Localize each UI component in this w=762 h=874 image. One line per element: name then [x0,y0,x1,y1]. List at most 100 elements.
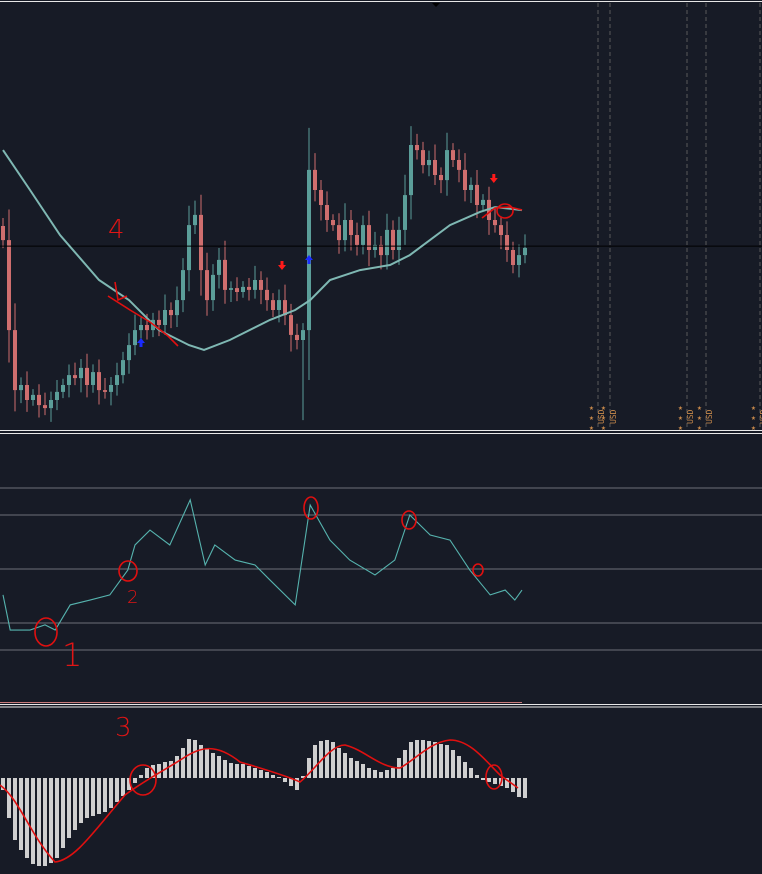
bull-candle[interactable] [127,345,131,361]
trading-chart[interactable]: ★ ★ ★ USD ★ ★ ★ USD ★ ★ ★ USD ★ ★ ★ USD ★ ★ ★ USD 4 1 2 3 [0,0,762,874]
chart-shift-marker-icon[interactable] [432,3,440,7]
bull-candle[interactable] [361,225,365,245]
bear-candle[interactable] [319,190,323,205]
economic-event-marker[interactable]: ★★★USD [697,3,714,432]
bear-candle[interactable] [337,225,341,241]
bear-candle[interactable] [451,150,455,160]
bull-candle[interactable] [229,288,233,290]
bear-candle[interactable] [157,319,161,325]
bull-candle[interactable] [187,225,191,271]
bear-candle[interactable] [43,405,47,409]
bear-candle[interactable] [25,385,29,400]
bear-candle[interactable] [259,280,263,290]
bull-candle[interactable] [397,229,401,250]
bull-candle[interactable] [175,300,179,316]
bull-candle[interactable] [115,375,119,385]
bear-candle[interactable] [415,145,419,151]
bull-candle[interactable] [217,259,221,275]
macd-histogram-bar [229,763,233,778]
bear-candle[interactable] [475,184,479,205]
bull-candle[interactable] [445,150,449,181]
bear-candle[interactable] [85,367,89,385]
economic-event-marker[interactable]: ★★★USD [589,3,606,432]
bear-candle[interactable] [247,286,251,290]
bear-candle[interactable] [289,315,293,335]
bull-candle[interactable] [211,274,215,301]
bear-candle[interactable] [325,205,329,220]
bull-candle[interactable] [301,330,305,340]
bull-candle[interactable] [427,160,431,166]
bear-candle[interactable] [271,300,275,310]
bull-candle[interactable] [61,385,65,392]
bull-candle[interactable] [109,385,113,392]
bull-candle[interactable] [277,300,281,310]
bear-candle[interactable] [313,169,317,190]
bear-candle[interactable] [511,250,515,265]
bull-candle[interactable] [307,169,311,331]
bull-candle[interactable] [523,247,527,256]
bear-candle[interactable] [73,375,77,379]
bear-candle[interactable] [295,334,299,340]
bear-candle[interactable] [13,330,17,391]
bull-candle[interactable] [19,385,23,391]
moving-average-line[interactable] [2,149,523,351]
bear-candle[interactable] [499,225,503,235]
bear-candle[interactable] [205,270,209,301]
bull-candle[interactable] [385,229,389,256]
bear-candle[interactable] [493,220,497,226]
bull-candle[interactable] [67,375,71,385]
bear-candle[interactable] [439,175,443,181]
economic-event-marker[interactable]: ★★★USD [751,3,762,432]
oscillator-line[interactable] [2,498,523,631]
bear-candle[interactable] [457,160,461,170]
bear-candle[interactable] [7,240,11,331]
bear-candle[interactable] [1,226,5,241]
bear-candle[interactable] [199,214,203,271]
bull-candle[interactable] [133,330,137,346]
bull-candle[interactable] [121,360,125,376]
bull-candle[interactable] [163,310,167,325]
bear-candle[interactable] [145,325,149,331]
bear-candle[interactable] [391,229,395,250]
bull-candle[interactable] [409,145,413,196]
bull-candle[interactable] [91,372,95,385]
price-panel[interactable] [0,126,762,422]
economic-event-marker[interactable]: ★★★USD [601,3,618,432]
bear-candle[interactable] [97,372,101,391]
bear-candle[interactable] [223,259,227,290]
bear-candle[interactable] [265,289,269,301]
bull-candle[interactable] [469,184,473,190]
bull-candle[interactable] [181,270,185,301]
bear-candle[interactable] [169,310,173,316]
bull-candle[interactable] [193,214,197,226]
bear-candle[interactable] [235,288,239,292]
bear-candle[interactable] [331,220,335,226]
bear-candle[interactable] [421,150,425,166]
bull-candle[interactable] [139,325,143,331]
bear-candle[interactable] [505,235,509,250]
bear-candle[interactable] [37,394,41,406]
chart-canvas[interactable]: ★★★USD★★★USD★★★USD★★★USD★★★USD 4 1 2 3 [0,0,762,874]
oscillator-panel[interactable] [0,487,762,651]
bull-candle[interactable] [343,220,347,241]
event-importance-star-icon: ★ [697,413,702,422]
buy-arrow-icon [137,338,145,347]
bear-candle[interactable] [349,220,353,235]
bull-candle[interactable] [55,391,59,400]
bull-candle[interactable] [481,199,485,205]
economic-event-marker[interactable]: ★★★USD [678,3,695,432]
bear-candle[interactable] [103,390,107,392]
bull-candle[interactable] [403,195,407,230]
bear-candle[interactable] [463,169,467,190]
macd-histogram-bar [67,778,71,838]
bear-candle[interactable] [433,160,437,175]
bull-candle[interactable] [241,286,245,292]
bear-candle[interactable] [355,235,359,245]
macd-histogram-bar [235,764,239,778]
bull-candle[interactable] [79,367,83,379]
bull-candle[interactable] [517,255,521,265]
bull-candle[interactable] [253,280,257,290]
bull-candle[interactable] [31,394,35,400]
bull-candle[interactable] [49,400,53,409]
hand-circle [401,510,417,530]
